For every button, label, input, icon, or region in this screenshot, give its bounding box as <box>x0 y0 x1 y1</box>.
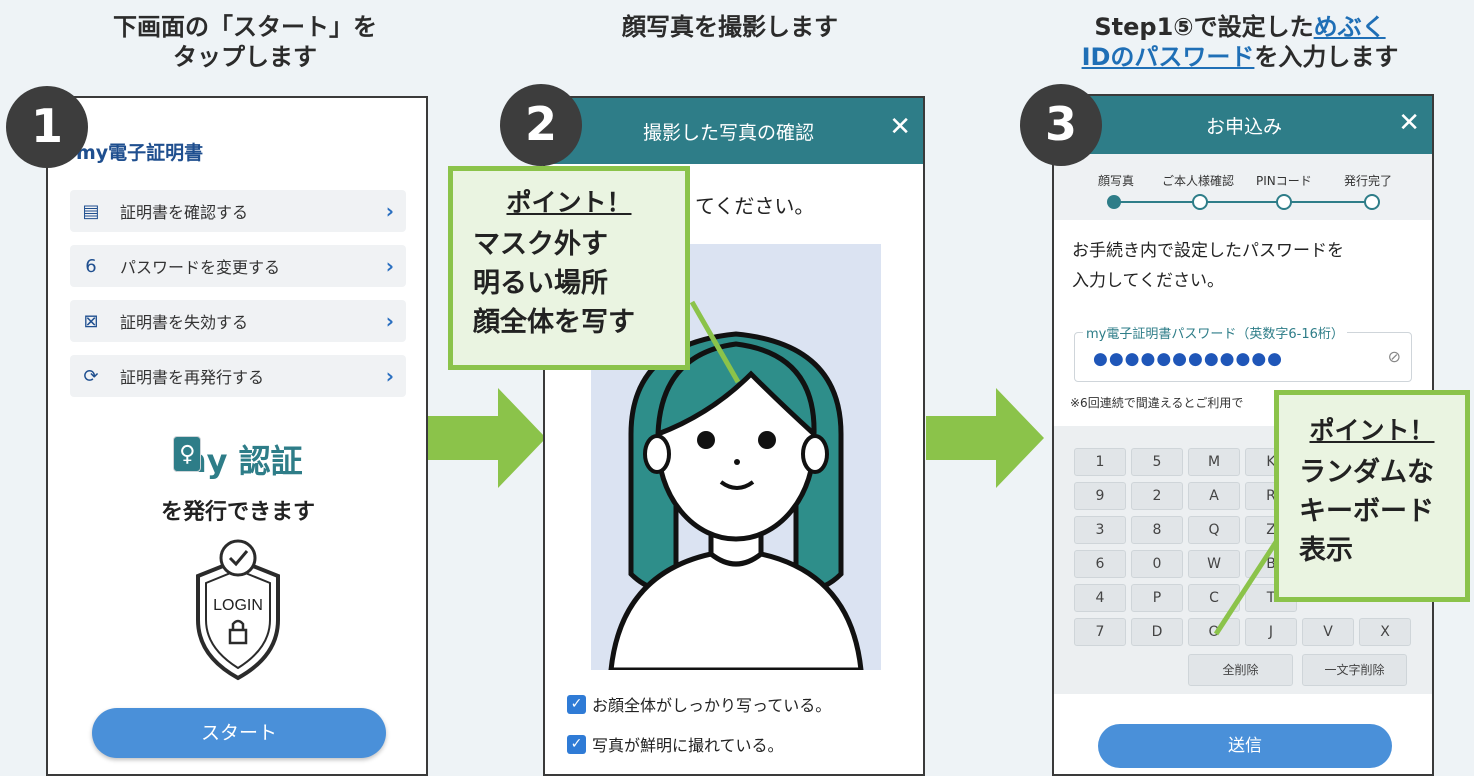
callout-line: 明るい場所 <box>473 268 608 299</box>
step1-caption-line1: 下画面の「スタート」を <box>113 13 377 41</box>
progress-steps: 顔写真 ご本人様確認 PINコード 発行完了 <box>1054 154 1432 220</box>
issue-text: を発行できます <box>160 500 315 525</box>
step2-caption-text: 顔写真を撮影します <box>622 13 838 41</box>
keyboard-key[interactable]: X <box>1359 618 1411 646</box>
menu-item-revoke-certificate[interactable]: ⊠ 証明書を失効する › <box>70 300 406 342</box>
send-button[interactable]: 送信 <box>1098 724 1392 768</box>
menu-item-label: 証明書を確認する <box>120 203 249 222</box>
checkbox-photo-clear[interactable]: ✓ 写真が鮮明に撮れている。 <box>567 732 784 756</box>
menu-item-label: パスワードを変更する <box>120 258 281 277</box>
photo-confirm-title: 撮影した写真の確認 <box>643 122 815 144</box>
keyboard-key[interactable]: P <box>1131 584 1183 612</box>
callout-title: ポイント！ <box>506 188 632 217</box>
step-label: ご本人様確認 <box>1162 174 1235 188</box>
callout-pointer-line <box>1213 540 1279 636</box>
step3-caption-text2: を入力します <box>1254 43 1399 71</box>
arrow-right-icon <box>926 388 1044 488</box>
menu-item-label: 証明書を失効する <box>120 313 249 332</box>
keyboard-key[interactable]: D <box>1131 618 1183 646</box>
mebuku-password-link[interactable]: IDのパスワード <box>1082 43 1255 71</box>
photo-confirm-header: 撮影した写真の確認 ✕ <box>545 98 923 164</box>
delete-one-key[interactable]: 一文字削除 <box>1302 654 1407 686</box>
keyboard-key[interactable]: A <box>1188 482 1240 510</box>
password-field-label: my電子証明書パスワード（英数字6-16桁） <box>1083 323 1347 342</box>
step-label: 発行完了 <box>1344 174 1393 188</box>
step3-caption: Step1⑤で設定しためぶく IDのパスワードを入力します <box>1030 12 1450 72</box>
step1-caption-line2: タップします <box>173 43 317 71</box>
callout-line: マスク外す <box>473 229 608 260</box>
chevron-right-icon: › <box>385 364 394 388</box>
close-icon[interactable]: ✕ <box>1398 108 1420 138</box>
screen-1: my電子証明書 ▤ 証明書を確認する › 6 パスワードを変更する › ⊠ 証明… <box>46 96 428 776</box>
point-callout-photo: ポイント！ マスク外す 明るい場所 顔全体を写す <box>448 166 690 370</box>
step-badge-2: 2 <box>500 84 582 166</box>
keyboard-key[interactable]: 3 <box>1074 516 1126 544</box>
document-x-icon: ⊠ <box>83 310 99 332</box>
keyboard-key[interactable]: M <box>1188 448 1240 476</box>
shield-login-icon: LOGIN <box>196 539 280 681</box>
keyboard-key[interactable]: V <box>1302 618 1354 646</box>
keyboard-key[interactable]: 2 <box>1131 482 1183 510</box>
refresh-icon: ⟳ <box>83 365 99 387</box>
eye-off-icon[interactable]: ⊘ <box>1388 347 1401 366</box>
checkbox-checked-icon: ✓ <box>567 694 586 714</box>
menu-item-reissue-certificate[interactable]: ⟳ 証明書を再発行する › <box>70 355 406 397</box>
app-brand: my電子証明書 <box>76 142 204 164</box>
checkbox-checked-icon: ✓ <box>567 734 586 754</box>
chevron-right-icon: › <box>385 254 394 278</box>
callout-line: キーボード <box>1299 496 1434 527</box>
menu-item-confirm-certificate[interactable]: ▤ 証明書を確認する › <box>70 190 406 232</box>
keyboard-key[interactable]: 8 <box>1131 516 1183 544</box>
step-badge-1: 1 <box>6 86 88 168</box>
check-label: お顔全体がしっかり写っている。 <box>592 696 832 715</box>
callout-line: ランダムな <box>1299 457 1434 488</box>
attempt-warning: ※6回連続で間違えるとご利用で <box>1070 396 1244 410</box>
step1-caption: 下画面の「スタート」を タップします <box>60 12 430 72</box>
point-callout-keyboard: ポイント！ ランダムな キーボード 表示 <box>1274 390 1470 602</box>
shield-login-text: LOGIN <box>213 597 263 614</box>
keyboard-key[interactable]: 1 <box>1074 448 1126 476</box>
password-instruction-line1: お手続き内で設定したパスワードを <box>1072 241 1344 261</box>
application-header: お申込み ✕ <box>1054 96 1432 154</box>
keyboard-key[interactable]: 7 <box>1074 618 1126 646</box>
password-instruction: お手続き内で設定したパスワードを 入力してください。 <box>1072 236 1412 296</box>
step-label: 顔写真 <box>1098 174 1135 188</box>
menu-item-label: 証明書を再発行する <box>120 368 265 387</box>
mebuku-link[interactable]: めぶく <box>1314 13 1386 41</box>
arrow-right-icon <box>428 388 546 488</box>
progress-track <box>1107 194 1380 210</box>
photo-instruction: てください。 <box>695 194 815 218</box>
lock-open-icon: 6 <box>85 255 97 277</box>
password-value: ●●●●●●●●●●●● <box>1093 349 1284 369</box>
keyboard-key[interactable]: 9 <box>1074 482 1126 510</box>
callout-line: 顔全体を写す <box>473 307 635 338</box>
close-icon[interactable]: ✕ <box>889 112 911 142</box>
keyboard-key[interactable]: 5 <box>1131 448 1183 476</box>
check-label: 写真が鮮明に撮れている。 <box>592 736 784 755</box>
keyboard-key[interactable]: 6 <box>1074 550 1126 578</box>
password-field[interactable]: my電子証明書パスワード（英数字6-16桁） ●●●●●●●●●●●● ⊘ <box>1074 323 1412 382</box>
chevron-right-icon: › <box>385 309 394 333</box>
keyboard-key[interactable]: 0 <box>1131 550 1183 578</box>
callout-title: ポイント！ <box>1309 416 1435 445</box>
step-badge-3: 3 <box>1020 84 1102 166</box>
callout-line: 表示 <box>1299 535 1353 566</box>
keyboard-key[interactable]: 4 <box>1074 584 1126 612</box>
my-ninsho-logo: ♀ my 認証 <box>48 436 426 482</box>
step2-caption: 顔写真を撮影します <box>540 12 920 42</box>
password-instruction-line2: 入力してください。 <box>1072 271 1224 291</box>
chevron-right-icon: › <box>385 199 394 223</box>
start-button[interactable]: スタート <box>92 708 386 758</box>
step-label: PINコード <box>1256 174 1312 188</box>
checkbox-face-visible[interactable]: ✓ お顔全体がしっかり写っている。 <box>567 692 831 716</box>
document-icon: ▤ <box>82 200 100 222</box>
delete-all-key[interactable]: 全削除 <box>1188 654 1293 686</box>
menu-item-change-password[interactable]: 6 パスワードを変更する › <box>70 245 406 287</box>
callout-pointer-line <box>690 300 741 384</box>
key-icon: ♀ <box>173 436 202 472</box>
application-title: お申込み <box>1205 116 1282 138</box>
step3-caption-text1: Step1⑤で設定した <box>1094 13 1314 41</box>
